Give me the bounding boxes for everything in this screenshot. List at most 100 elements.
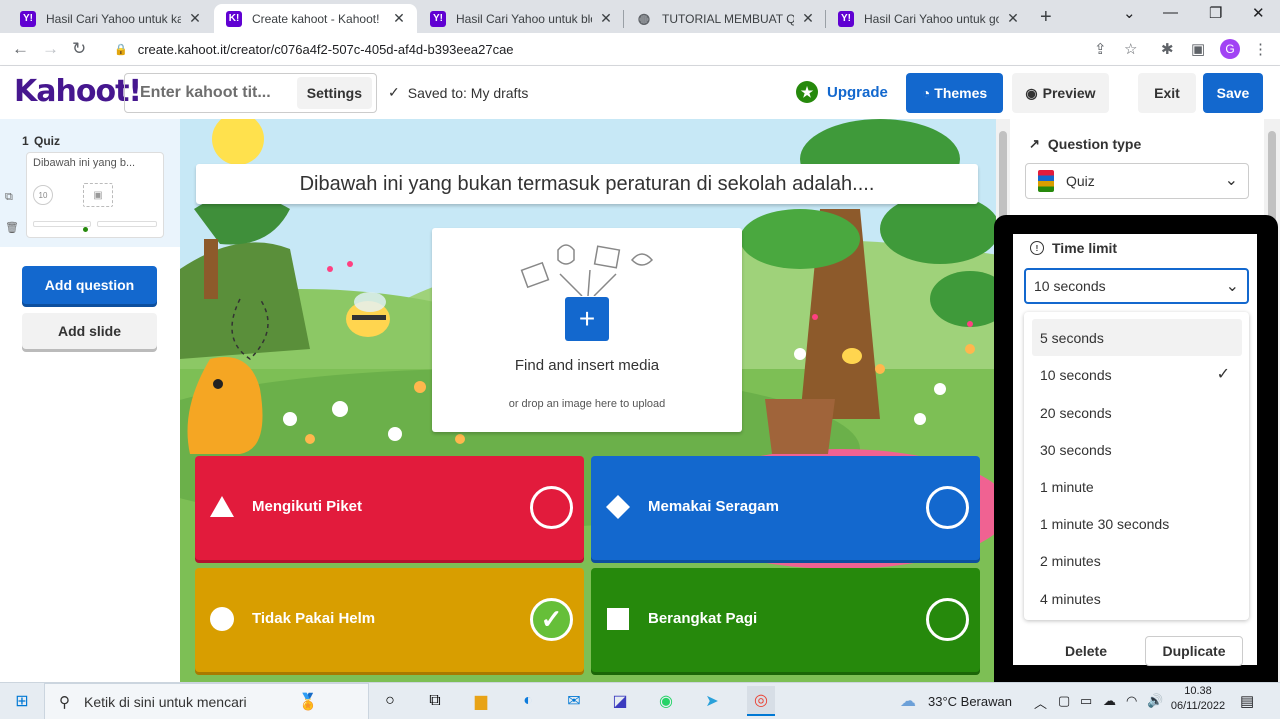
upgrade-button[interactable]: ★ Upgrade [796, 81, 888, 103]
share-icon[interactable]: ⇪ [1094, 40, 1107, 58]
answer-option-2[interactable]: Memakai Seragam [591, 456, 980, 560]
close-icon[interactable]: ✕ [391, 10, 407, 27]
correct-answer-toggle[interactable] [926, 598, 969, 641]
quiz-icon [1038, 170, 1054, 192]
restore-icon[interactable]: ❐ [1209, 4, 1222, 22]
reload-icon[interactable]: ↻ [72, 39, 86, 59]
browser-tab[interactable]: Y! Hasil Cari Yahoo untuk blog c ✕ [418, 4, 624, 33]
tab-search-icon[interactable]: ⌄ [1123, 4, 1136, 22]
time-option[interactable]: 1 minute [1032, 468, 1242, 505]
answer-option-3[interactable]: Tidak Pakai Helm ✓ [195, 568, 584, 672]
time-limit-select[interactable]: 10 seconds ⌄ [1024, 268, 1249, 304]
close-icon[interactable]: ✕ [1005, 10, 1021, 27]
check-icon: ✓ [540, 604, 563, 634]
file-explorer-icon[interactable]: ▆ [470, 690, 492, 712]
answer-option-1[interactable]: Mengikuti Piket [195, 456, 584, 560]
notification-icon[interactable]: ▤ [1240, 692, 1254, 710]
app-icon[interactable]: ◪ [609, 690, 631, 712]
delete-slide-icon[interactable]: 🗑 [5, 221, 19, 234]
question-text[interactable]: Dibawah ini yang bukan termasuk peratura… [196, 164, 978, 204]
weather-icon[interactable]: ☁ [897, 690, 919, 712]
cloud-icon[interactable]: ☁ [1103, 693, 1116, 709]
time-option[interactable]: 30 seconds [1032, 431, 1242, 468]
kahoot-logo[interactable]: Kahoot! [14, 74, 142, 109]
square-icon [607, 608, 629, 630]
browser-tab[interactable]: ◍ TUTORIAL MEMBUAT QUIS C ✕ [624, 4, 826, 33]
eye-icon: ◉ [1025, 84, 1038, 101]
menu-icon[interactable]: ⋮ [1253, 40, 1268, 58]
browser-tab[interactable]: Y! Hasil Cari Yahoo untuk goog ✕ [826, 4, 1031, 33]
duplicate-slide-icon[interactable]: ⧉ [5, 191, 13, 204]
close-icon[interactable]: ✕ [598, 10, 614, 27]
new-tab-icon[interactable]: + [1040, 6, 1052, 29]
edge-icon[interactable]: ◐ [517, 690, 539, 712]
title-input[interactable]: Enter kahoot tit... [125, 84, 297, 102]
tab-title: Hasil Cari Yahoo untuk blog c [456, 11, 592, 26]
add-slide-button[interactable]: Add slide [22, 313, 157, 349]
whatsapp-icon[interactable]: ◉ [655, 690, 677, 712]
media-subtitle: or drop an image here to upload [508, 398, 666, 410]
tray-overflow-icon[interactable]: ︿ [1034, 693, 1047, 712]
add-question-button[interactable]: Add question [22, 266, 157, 304]
tab-title: TUTORIAL MEMBUAT QUIS C [662, 11, 794, 26]
slide-thumbnail[interactable]: Dibawah ini yang b... 10 ▣ [26, 152, 164, 238]
task-view-icon[interactable]: ⧉ [424, 690, 446, 712]
question-type-select[interactable]: Quiz ⌄ [1025, 163, 1249, 199]
browser-tab-active[interactable]: K! Create kahoot - Kahoot! ✕ [214, 4, 417, 33]
preview-button[interactable]: ◉ Preview [1012, 73, 1109, 113]
taskbar-clock[interactable]: 10.38 06/11/2022 [1170, 684, 1226, 714]
time-option[interactable]: 4 minutes [1032, 580, 1242, 617]
profile-avatar[interactable]: G [1220, 39, 1240, 59]
chrome-icon[interactable]: ◎ [747, 686, 775, 716]
window-close-icon[interactable]: ✕ [1252, 4, 1265, 22]
answer-text[interactable]: Tidak Pakai Helm [252, 610, 375, 627]
forward-icon[interactable]: → [42, 39, 59, 59]
answer-text[interactable]: Berangkat Pagi [648, 610, 757, 627]
taskbar-search-input[interactable]: ⚲ Ketik di sini untuk mencari 🏅 [44, 683, 369, 719]
add-media-button[interactable]: + [565, 297, 609, 341]
battery-icon[interactable]: ▭ [1080, 693, 1092, 709]
correct-answer-toggle-checked[interactable]: ✓ [530, 598, 573, 641]
save-button[interactable]: Save [1203, 73, 1263, 113]
time-option[interactable]: 2 minutes [1032, 542, 1242, 579]
exit-button[interactable]: Exit [1138, 73, 1196, 113]
thumbnail-answer-bar [97, 221, 157, 227]
time-option-selected[interactable]: 10 seconds ✓ [1032, 356, 1242, 393]
bookmark-star-icon[interactable]: ☆ [1124, 40, 1137, 58]
answer-text[interactable]: Memakai Seragam [648, 498, 779, 515]
duplicate-button[interactable]: Duplicate [1145, 636, 1243, 666]
back-icon[interactable]: ← [12, 39, 29, 59]
telegram-icon[interactable]: ➤ [701, 690, 723, 712]
lock-icon: 🔒 [114, 44, 128, 56]
minimize-icon[interactable]: — [1163, 4, 1178, 21]
correct-answer-toggle[interactable] [530, 486, 573, 529]
answer-text[interactable]: Mengikuti Piket [252, 498, 362, 515]
cortana-icon[interactable]: ○ [379, 690, 401, 712]
themes-button[interactable]: ◔ Themes [906, 73, 1003, 113]
close-icon[interactable]: ✕ [800, 10, 816, 27]
time-option[interactable]: 20 seconds [1032, 394, 1242, 431]
settings-button[interactable]: Settings [296, 77, 372, 109]
wifi-icon[interactable]: ◠ [1126, 693, 1137, 709]
time-option[interactable]: 1 minute 30 seconds [1032, 505, 1242, 542]
windows-start-icon[interactable]: ⊞ [11, 690, 33, 712]
weather-text[interactable]: 33°C Berawan [928, 694, 1012, 709]
upgrade-label: Upgrade [827, 83, 888, 101]
thumbnail-timer: 10 [33, 185, 53, 205]
slide-item[interactable]: 1 Quiz ⧉ 🗑 Dibawah ini yang b... 10 ▣ [0, 119, 180, 247]
media-dropzone[interactable]: + Find and insert media or drop an image… [432, 228, 742, 432]
answer-option-4[interactable]: Berangkat Pagi [591, 568, 980, 672]
url-field[interactable]: 🔒 create.kahoot.it/creator/c076a4f2-507c… [104, 36, 1156, 63]
thumbnail-question: Dibawah ini yang b... [33, 157, 136, 169]
side-panel-icon[interactable]: ▣ [1191, 40, 1205, 58]
tray-app-icon[interactable]: ▢ [1058, 693, 1070, 709]
mail-icon[interactable]: ✉ [563, 690, 585, 712]
volume-icon[interactable]: 🔊 [1147, 693, 1163, 709]
browser-tab[interactable]: Y! Hasil Cari Yahoo untuk kahoot ✕ [8, 4, 213, 33]
extensions-icon[interactable]: ✱ [1161, 40, 1174, 58]
kahoot-title-field[interactable]: Enter kahoot tit... Settings [124, 73, 377, 113]
correct-answer-toggle[interactable] [926, 486, 969, 529]
time-option[interactable]: 5 seconds [1032, 319, 1242, 356]
delete-button[interactable]: Delete [1058, 638, 1114, 664]
close-icon[interactable]: ✕ [187, 10, 203, 27]
